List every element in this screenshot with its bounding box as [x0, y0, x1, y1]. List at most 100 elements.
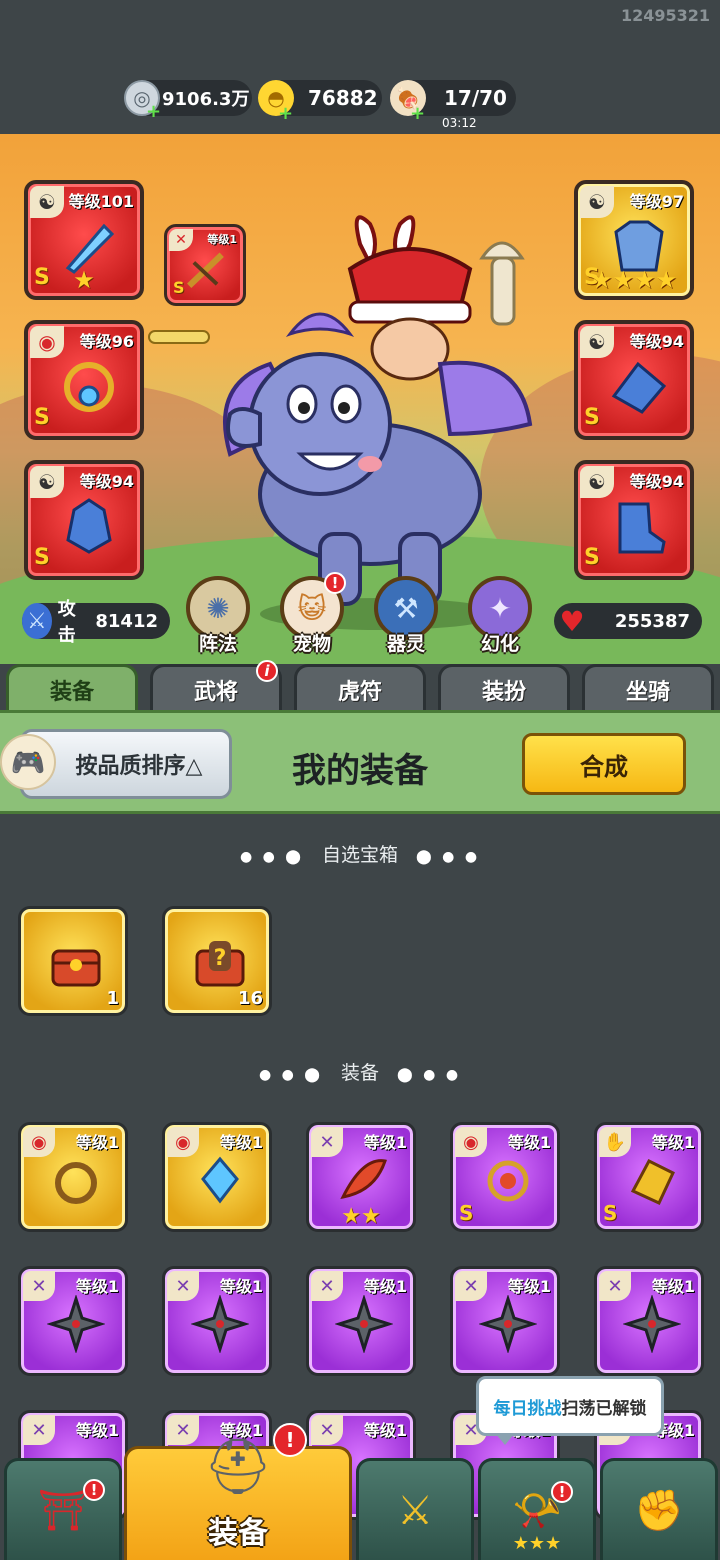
yinyang-icon: ☯: [580, 326, 614, 358]
nav-equipment[interactable]: ⛑ ! 装备: [124, 1423, 352, 1560]
nav-battle[interactable]: ⚔: [356, 1458, 474, 1560]
equip-slot-boots[interactable]: ☯ 等级94 S: [574, 460, 694, 580]
star-rating: ★: [73, 266, 95, 294]
pet-button[interactable]: 😺 宠物 !: [276, 572, 348, 656]
item-level: 等级1: [75, 1421, 119, 1440]
decor-dots: ⬤ ● ●: [416, 849, 481, 865]
decor-dots: ● ● ⬤: [239, 849, 304, 865]
equip-slot-helmet[interactable]: ☯ 等级94 S: [24, 460, 144, 580]
treasure-chest-icon: [51, 949, 101, 987]
equip-slot-necklace[interactable]: ◉ 等级96 S: [24, 320, 144, 440]
synthesize-button[interactable]: 合成: [522, 733, 686, 795]
stamina-resource[interactable]: 🍖 + 17/70 03:12: [390, 80, 516, 130]
totem-art: [479, 241, 525, 326]
medal-icon: ◉: [30, 326, 64, 358]
equipment-item[interactable]: ✕ 等级1: [306, 1266, 416, 1376]
bottom-navigation: ⛩ ! ⛑ ! 装备 ⚔ 📯 ! ★★★ ✊: [0, 1423, 720, 1560]
svg-text:?: ?: [214, 946, 227, 971]
ice-boots-icon: [618, 502, 666, 554]
star-rating: ★★★: [512, 1533, 562, 1554]
equipment-item[interactable]: ◉ 等级1: [18, 1122, 128, 1232]
grade-label: S: [173, 278, 185, 297]
shop-icon: ⛩: [37, 1488, 89, 1534]
equipment-item[interactable]: ✕ 等级1: [450, 1266, 560, 1376]
category-tabs: 装备 武将 i 虎符 装扮 坐骑: [0, 660, 720, 712]
chest-item[interactable]: 1: [18, 906, 128, 1016]
meat-icon: 🍖 +: [390, 80, 426, 124]
section-header-equipment: ● ● ⬤ 装备 ⬤ ● ●: [0, 1058, 720, 1085]
helmet-icon: ⛑: [203, 1435, 273, 1498]
item-level: 等级1: [363, 1133, 407, 1152]
sword-icon: ✕: [23, 1415, 55, 1445]
nav-shop[interactable]: ⛩ !: [4, 1458, 122, 1560]
slot-level: 等级101: [68, 192, 134, 211]
info-badge: i: [256, 660, 278, 682]
shuriken-icon: [191, 1295, 249, 1353]
star-rating: ★★: [341, 1204, 381, 1229]
alert-badge: !: [273, 1423, 307, 1457]
star-rating: ★★★★: [590, 266, 678, 294]
tab-outfit[interactable]: 装扮: [438, 664, 570, 712]
heart-icon: ♥: [559, 604, 585, 638]
gamepad-icon[interactable]: 🎮: [0, 734, 56, 790]
equip-slot-armor[interactable]: ☯ 等级97 S ★★★★: [574, 180, 694, 300]
gold-resource[interactable]: ◓ + 76882: [258, 80, 382, 124]
equip-slot-weapon[interactable]: ☯ 等级101 S ★: [24, 180, 144, 300]
item-count: 1: [106, 988, 119, 1009]
plus-icon[interactable]: +: [410, 103, 425, 124]
gold-value: 76882: [308, 86, 378, 110]
tooltip-text: 扫荡已解锁: [561, 1398, 647, 1419]
bronze-amulet-icon: [55, 1162, 97, 1204]
item-level: 等级1: [219, 1133, 263, 1152]
yinyang-icon: ☯: [30, 186, 64, 218]
equipment-item[interactable]: ◉ 等级1: [162, 1122, 272, 1232]
ice-helmet-icon: [66, 498, 112, 554]
grade-label: S: [584, 545, 600, 570]
stamina-timer: 03:12: [442, 116, 477, 130]
plus-icon[interactable]: +: [278, 103, 293, 124]
formation-button[interactable]: ✺ 阵法: [182, 576, 254, 656]
transform-button[interactable]: ✦ 幻化: [464, 576, 536, 656]
plus-icon[interactable]: +: [146, 101, 161, 122]
equipment-item[interactable]: ✕ 等级1: [162, 1266, 272, 1376]
tab-equipment[interactable]: 装备: [6, 664, 138, 712]
alert-badge: !: [324, 572, 346, 594]
attack-value: 81412: [95, 610, 158, 632]
crossbow-icon: [187, 252, 224, 288]
hp-value: 255387: [614, 610, 690, 632]
shuriken-icon: [335, 1295, 393, 1353]
tab-mount[interactable]: 坐骑: [582, 664, 714, 712]
yinyang-icon: ☯: [580, 186, 614, 218]
equipment-item[interactable]: ✋ 等级1 S: [594, 1122, 704, 1232]
attack-stat: ⚔ 攻击 81412: [22, 599, 170, 646]
phoenix-weapon-icon: [340, 1159, 387, 1200]
nav-horn[interactable]: 📯 ! ★★★: [478, 1458, 596, 1560]
sword-icon: ✕: [311, 1415, 343, 1445]
ruby-amulet-icon: [487, 1160, 529, 1202]
alert-badge: !: [551, 1481, 573, 1503]
chest-item[interactable]: ? 16: [162, 906, 272, 1016]
golden-gauntlet-icon: [630, 1159, 675, 1205]
equipment-item[interactable]: ◉ 等级1 S: [450, 1122, 560, 1232]
blue-gem-amulet-icon: [201, 1156, 239, 1204]
silver-resource[interactable]: ◎ + 9106.3万: [124, 80, 252, 122]
nav-equipment-label: 装备: [208, 1516, 268, 1551]
resource-bar: ◎ + 9106.3万 ◓ + 76882 🍖 + 17/70 03:12: [0, 80, 720, 130]
section-title: 装备: [340, 1062, 379, 1084]
nav-upgrade[interactable]: ✊: [600, 1458, 718, 1560]
page-title: 我的装备: [292, 751, 428, 791]
equipment-item[interactable]: ✕ 等级1: [18, 1266, 128, 1376]
grade-label: S: [603, 1201, 618, 1225]
grade-label: S: [584, 405, 600, 430]
decor-dots: ● ● ⬤: [258, 1067, 323, 1083]
unlock-tooltip: 每日挑战 扫荡已解锁: [476, 1376, 664, 1445]
equipment-item[interactable]: ✕ 等级1 ★★: [306, 1122, 416, 1232]
spirit-button[interactable]: ⚒ 器灵: [370, 576, 442, 656]
tab-tiger-tally[interactable]: 虎符: [294, 664, 426, 712]
decor-dots: ⬤ ● ●: [397, 1067, 462, 1083]
equipment-item[interactable]: ✕ 等级1: [594, 1266, 704, 1376]
equip-slot-gloves[interactable]: ☯ 等级94 S: [574, 320, 694, 440]
equip-slot-linked[interactable]: ✕ 等级1 S: [164, 224, 246, 306]
sword-icon: ⚔: [22, 603, 52, 639]
item-level: 等级1: [75, 1277, 119, 1296]
